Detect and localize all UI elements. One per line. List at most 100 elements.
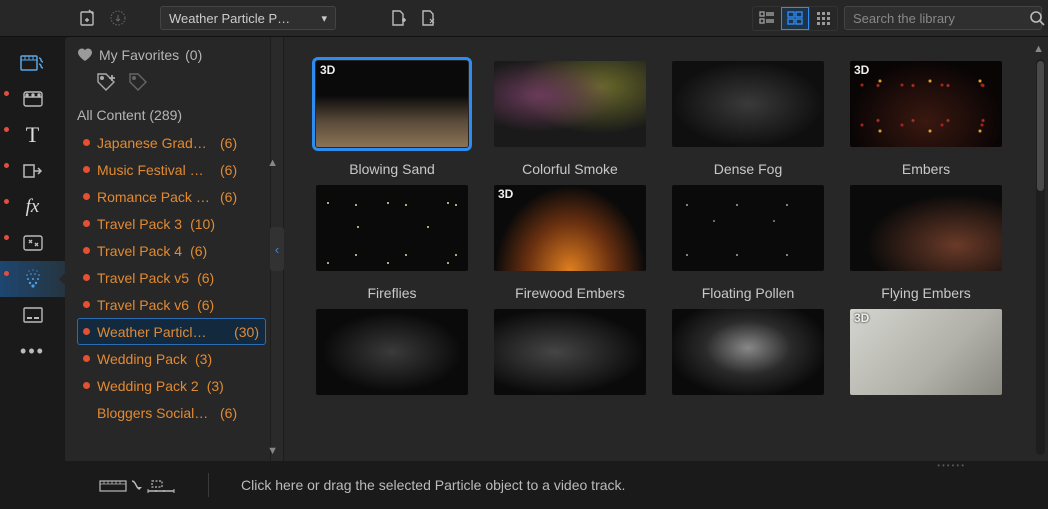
category-label: Romance Pack Vol.4: [97, 189, 212, 205]
insert-to-track-icon[interactable]: [98, 475, 176, 495]
category-count: (6): [197, 270, 214, 286]
item-thumbnail[interactable]: 3D: [850, 61, 1002, 147]
view-toggle: [752, 6, 838, 31]
content-scroll-up-icon[interactable]: ▲: [1033, 43, 1044, 55]
category-item[interactable]: Travel Pack v5 (6): [77, 264, 266, 291]
category-count: (6): [220, 405, 237, 421]
badge-3d: 3D: [498, 187, 513, 201]
library-item[interactable]: Floating Pollen: [668, 185, 828, 301]
room-particle[interactable]: [0, 261, 65, 297]
item-thumbnail[interactable]: [316, 185, 468, 271]
view-list-button[interactable]: [753, 7, 781, 30]
item-thumbnail[interactable]: [850, 185, 1002, 271]
collapse-tree-handle[interactable]: ‹: [270, 37, 284, 461]
category-label: Japanese Graduati…: [97, 135, 212, 151]
category-item[interactable]: Travel Pack v6(6): [77, 291, 266, 318]
category-item[interactable]: Bloggers Social M…(6): [77, 399, 266, 426]
badge-3d: 3D: [320, 63, 335, 77]
scrollbar-thumb[interactable]: [1037, 61, 1044, 191]
my-favorites[interactable]: My Favorites (0): [77, 47, 270, 63]
download-cloud-icon[interactable]: [106, 6, 130, 30]
category-count: (30): [234, 324, 259, 340]
status-divider: [208, 473, 209, 497]
item-label: Colorful Smoke: [522, 161, 618, 177]
resize-grip-icon[interactable]: ••••••: [937, 461, 966, 470]
item-label: Floating Pollen: [702, 285, 795, 301]
library-item[interactable]: [312, 309, 472, 395]
library-item[interactable]: Colorful Smoke: [490, 61, 650, 177]
category-item[interactable]: Music Festival Pack (6): [77, 156, 266, 183]
item-thumbnail[interactable]: [494, 61, 646, 147]
category-item[interactable]: Wedding Pack(3): [77, 345, 266, 372]
item-thumbnail[interactable]: [672, 185, 824, 271]
new-indicator-dot: [83, 247, 90, 254]
category-count: (6): [197, 297, 214, 313]
room-transition[interactable]: [0, 153, 65, 189]
room-media[interactable]: [0, 45, 65, 81]
content-scrollbar[interactable]: [1036, 59, 1045, 455]
category-item[interactable]: Wedding Pack 2(3): [77, 372, 266, 399]
room-more[interactable]: •••: [0, 333, 65, 369]
item-thumbnail[interactable]: [672, 309, 824, 395]
add-tag-icon[interactable]: [95, 71, 119, 93]
category-label: Travel Pack v5: [97, 270, 189, 286]
item-thumbnail[interactable]: [672, 61, 824, 147]
pack-dropdown[interactable]: Weather Particle P… ▾: [160, 6, 336, 30]
library-item[interactable]: Fireflies: [312, 185, 472, 301]
category-count: (6): [220, 162, 237, 178]
library-content: 3D Blowing Sand Colorful Smoke Dense Fog3DE…: [284, 37, 1048, 461]
import-media-icon[interactable]: [76, 6, 100, 30]
new-indicator-dot: [83, 409, 90, 416]
new-doc-plus-icon[interactable]: [386, 6, 410, 30]
library-item[interactable]: 3D Blowing Sand: [312, 61, 472, 177]
favorites-count: (0): [185, 47, 202, 63]
category-item[interactable]: Weather Particle P…(30): [77, 318, 266, 345]
library-item[interactable]: 3DEmbers: [846, 61, 1006, 177]
item-thumbnail[interactable]: [316, 309, 468, 395]
category-label: Travel Pack 3: [97, 216, 182, 232]
badge-3d: 3D: [854, 63, 869, 77]
chevron-left-icon: ‹: [275, 242, 279, 257]
library-item[interactable]: Flying Embers: [846, 185, 1006, 301]
category-item[interactable]: Japanese Graduati… (6): [77, 129, 266, 156]
category-label: Music Festival Pack: [97, 162, 212, 178]
item-label: Flying Embers: [881, 285, 970, 301]
item-thumbnail[interactable]: [494, 309, 646, 395]
new-indicator-dot: [83, 301, 90, 308]
room-title[interactable]: T: [0, 117, 65, 153]
view-grid-large-button[interactable]: [781, 7, 809, 30]
edit-doc-icon[interactable]: [416, 6, 440, 30]
library-item[interactable]: [490, 309, 650, 395]
item-thumbnail[interactable]: 3D: [850, 309, 1002, 395]
new-indicator-dot: [83, 166, 90, 173]
tree-scroll-up-icon[interactable]: ▲: [267, 157, 278, 169]
library-item[interactable]: 3D Firewood Embers: [490, 185, 650, 301]
search-input[interactable]: [853, 11, 1029, 26]
room-effects[interactable]: [0, 81, 65, 117]
chevron-down-icon: ▾: [321, 12, 327, 25]
room-overlay[interactable]: [0, 225, 65, 261]
item-label: Firewood Embers: [515, 285, 625, 301]
search-box[interactable]: [844, 6, 1042, 30]
item-thumbnail[interactable]: 3D: [494, 185, 646, 271]
library-item[interactable]: 3D: [846, 309, 1006, 395]
category-tree: My Favorites (0) All Content (289) Japan…: [65, 37, 270, 461]
item-thumbnail[interactable]: 3D: [316, 61, 468, 147]
category-item[interactable]: Travel Pack 3 (10): [77, 210, 266, 237]
category-count: (3): [207, 378, 224, 394]
category-item[interactable]: Romance Pack Vol.4 (6): [77, 183, 266, 210]
category-count: (10): [190, 216, 215, 232]
category-item[interactable]: Travel Pack 4(6): [77, 237, 266, 264]
item-label: Blowing Sand: [349, 161, 435, 177]
room-fx[interactable]: fx: [0, 189, 65, 225]
all-content[interactable]: All Content (289): [77, 107, 270, 123]
search-icon[interactable]: [1029, 10, 1045, 26]
library-item[interactable]: Dense Fog: [668, 61, 828, 177]
category-count: (6): [220, 189, 237, 205]
tag-icon[interactable]: [127, 71, 149, 93]
category-count: (6): [220, 135, 237, 151]
room-subtitle[interactable]: [0, 297, 65, 333]
tree-scroll-down-icon[interactable]: ▼: [267, 445, 278, 457]
library-item[interactable]: [668, 309, 828, 395]
view-grid-small-button[interactable]: [809, 7, 837, 30]
